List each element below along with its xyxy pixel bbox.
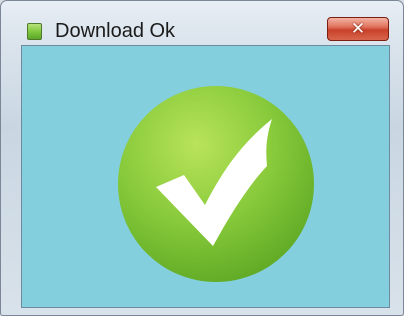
dialog-content bbox=[21, 45, 390, 308]
dialog-window: Download Ok ✕ bbox=[0, 0, 404, 316]
success-circle bbox=[118, 86, 314, 282]
close-icon: ✕ bbox=[350, 18, 366, 39]
window-title: Download Ok bbox=[55, 20, 176, 42]
app-icon bbox=[27, 23, 42, 40]
checkmark-success-icon bbox=[118, 86, 314, 282]
close-button[interactable]: ✕ bbox=[327, 17, 389, 41]
title-bar[interactable]: Download Ok ✕ bbox=[1, 1, 403, 43]
